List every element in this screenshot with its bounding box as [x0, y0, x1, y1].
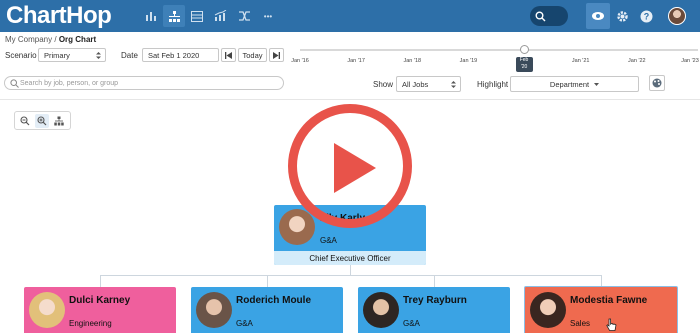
charthop-logo[interactable]: ChartHop [6, 2, 112, 30]
report-photo [29, 292, 65, 328]
zoom-out-button[interactable] [18, 114, 32, 128]
top-navigation-bar: ChartHop ••• ? [0, 0, 700, 32]
timeline-track[interactable] [300, 49, 698, 51]
report-card-modestia-fawne[interactable]: Modestia Fawne Sales [524, 286, 678, 333]
timeline-tick-label: Jan '23 [681, 58, 699, 64]
select-arrows-icon [96, 52, 101, 59]
connector-1 [100, 275, 101, 287]
svg-text:?: ? [643, 11, 649, 21]
select-arrows-icon [451, 81, 456, 88]
report-department: Sales [570, 319, 591, 328]
shuffle-icon[interactable] [236, 8, 252, 24]
gear-icon[interactable] [612, 6, 632, 26]
report-card-roderich-moule[interactable]: Roderich Moule G&A [191, 287, 343, 333]
previous-date-button[interactable] [221, 48, 236, 62]
highlight-label: Highlight [477, 80, 509, 89]
hierarchy-view-button[interactable] [52, 114, 66, 128]
scenario-value: Primary [44, 50, 70, 60]
zoom-controls [14, 111, 71, 130]
hand-cursor-icon [606, 318, 617, 331]
date-input[interactable]: Sat Feb 1 2020 [142, 48, 219, 62]
skip-forward-icon [273, 51, 280, 59]
report-name: Modestia Fawne [570, 295, 648, 306]
ceo-department: G&A [320, 236, 337, 245]
breadcrumb-separator: / [54, 35, 57, 44]
timeline-tick-label: Jan '22 [628, 58, 646, 64]
zoom-in-icon [37, 115, 47, 125]
global-search-button[interactable] [530, 6, 568, 26]
zoom-in-button[interactable] [35, 113, 49, 128]
search-icon [10, 79, 19, 88]
timeline-tick-label: Jan '17 [347, 58, 365, 64]
hierarchy-icon [54, 116, 64, 125]
report-photo [363, 292, 399, 328]
search-placeholder: Search by job, person, or group [20, 79, 119, 87]
timeline-tick-label: Jan '21 [571, 58, 590, 64]
breadcrumb-root[interactable]: My Company [5, 35, 52, 44]
skip-back-icon [225, 51, 232, 59]
connector-2 [267, 275, 268, 287]
more-icon[interactable]: ••• [258, 8, 278, 24]
scenario-select[interactable]: Primary [38, 48, 106, 62]
report-name: Roderich Moule [236, 295, 312, 306]
org-chart-icon[interactable] [163, 5, 185, 27]
breadcrumb: My Company / Org Chart [5, 35, 96, 44]
date-value: Sat Feb 1 2020 [148, 50, 200, 60]
timeline-current-tooltip: Feb '20 [515, 57, 533, 72]
show-label: Show [373, 80, 394, 89]
next-date-button[interactable] [269, 48, 284, 62]
report-department: G&A [403, 319, 420, 328]
highlight-select[interactable]: Department [510, 76, 639, 92]
connector-ceo-down [350, 264, 351, 275]
connector-3 [434, 275, 435, 287]
app-window: ChartHop ••• ? My Company / Org Chart Sc… [0, 0, 700, 333]
report-photo [196, 292, 232, 328]
analytics-icon[interactable] [212, 8, 228, 24]
search-input[interactable]: Search by job, person, or group [4, 76, 284, 90]
help-icon[interactable]: ? [636, 6, 656, 26]
show-select[interactable]: All Jobs [396, 76, 461, 92]
breadcrumb-current: Org Chart [58, 35, 97, 44]
table-icon[interactable] [189, 8, 205, 24]
today-button[interactable]: Today [238, 48, 267, 62]
show-value: All Jobs [402, 79, 429, 89]
bar-chart-icon[interactable] [143, 8, 159, 24]
zoom-out-icon [20, 115, 30, 125]
toolbar-divider [0, 99, 700, 100]
timeline-tick-label: Jan '19 [459, 58, 478, 64]
user-avatar[interactable] [668, 7, 686, 25]
ceo-photo [279, 209, 315, 245]
chevron-down-icon [594, 82, 600, 86]
timeline-tick-label: Jan '18 [403, 58, 422, 64]
scenario-label: Scenario [5, 51, 37, 60]
report-department: Engineering [69, 319, 112, 328]
ceo-job-title: Chief Executive Officer [274, 251, 426, 265]
timeline-tip-year: '20 [520, 64, 528, 70]
report-card-dulci-karney[interactable]: Dulci Karney Engineering [24, 287, 176, 333]
connector-horizontal [100, 275, 602, 276]
timeline-tick-label: Jan '16 [291, 58, 309, 64]
report-name: Trey Rayburn [403, 295, 467, 306]
report-card-trey-rayburn[interactable]: Trey Rayburn G&A [358, 287, 510, 333]
report-photo [530, 292, 566, 328]
color-settings-button[interactable] [649, 75, 665, 91]
date-label: Date [121, 51, 138, 60]
timeline-tip-month: Feb [519, 57, 529, 63]
palette-icon [652, 78, 662, 88]
timeline-handle[interactable] [519, 45, 529, 54]
search-icon [535, 11, 546, 21]
play-icon[interactable] [334, 143, 376, 193]
eye-icon[interactable] [586, 3, 610, 29]
report-department: G&A [236, 319, 253, 328]
report-name: Dulci Karney [69, 295, 131, 306]
highlight-value: Department [549, 79, 590, 89]
